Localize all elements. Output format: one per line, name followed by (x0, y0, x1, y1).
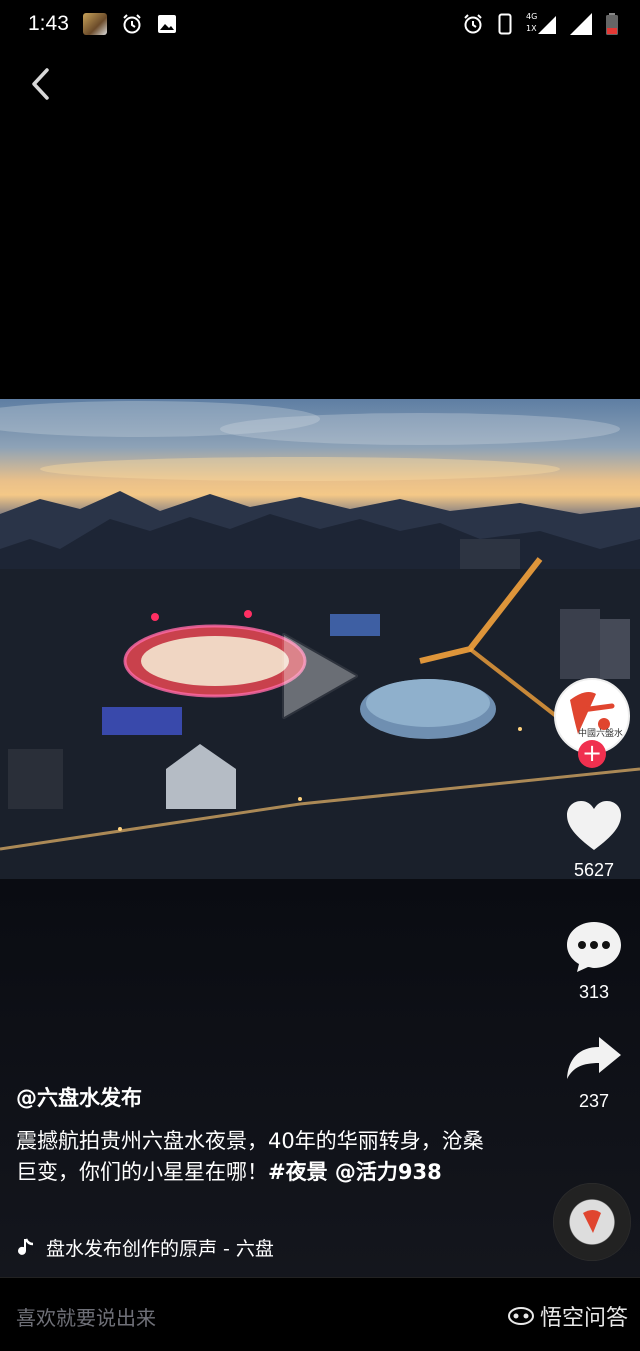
battery-icon (606, 13, 618, 35)
disc-logo (583, 1210, 601, 1233)
info-background (0, 879, 640, 1277)
share-button[interactable]: 237 (548, 1035, 640, 1112)
wukong-logo-icon (507, 1307, 534, 1325)
play-icon (282, 633, 358, 719)
status-right: 4G 1X (462, 12, 618, 36)
comment-bar: 喜欢就要说出来 悟空问答 (0, 1277, 640, 1351)
music-disc[interactable] (553, 1183, 631, 1261)
author-name[interactable]: @六盘水发布 (16, 1082, 142, 1112)
notification-app-icon (82, 13, 107, 35)
comment-input[interactable]: 喜欢就要说出来 (16, 1302, 156, 1331)
alarm-icon (464, 14, 482, 34)
play-button[interactable] (274, 627, 364, 725)
music-note-icon (18, 1237, 34, 1255)
chevron-left-icon (32, 68, 49, 100)
post-caption: 震撼航拍贵州六盘水夜景，40年的华丽转身，沧桑巨变，你们的小星星在哪！#夜景 @… (16, 1126, 486, 1188)
comment-count: 313 (578, 982, 610, 1002)
phone-vibrate-icon (498, 13, 512, 35)
image-icon (157, 15, 176, 33)
back-button[interactable] (20, 62, 60, 106)
watermark-text: 悟空问答 (539, 1306, 628, 1331)
svg-text:中國六盤水: 中國六盤水 (578, 727, 623, 739)
cellular-signal-icon: 4G 1X (526, 12, 556, 36)
heart-icon (567, 801, 621, 850)
music-title: 盘水发布创作的原声 - 六盘 (46, 1238, 274, 1260)
share-arrow-icon (567, 1037, 621, 1079)
caption-hashtags[interactable]: #夜景 @活力938 (268, 1160, 442, 1184)
watermark: 悟空问答 (507, 1300, 628, 1332)
music-row[interactable]: 盘水发布创作的原声 - 六盘 (16, 1234, 274, 1261)
like-button[interactable]: 5627 (548, 800, 640, 881)
network-4g-label: 4G (526, 12, 538, 21)
status-time: 1:43 (28, 12, 69, 35)
like-count: 5627 (573, 860, 615, 880)
comment-button[interactable]: 313 (548, 920, 640, 1003)
status-left: 1:43 (28, 12, 177, 36)
signal-icon (570, 13, 592, 35)
share-count: 237 (578, 1091, 610, 1111)
status-bar: 1:43 4G 1X (0, 0, 640, 48)
network-1x-label: 1X (526, 24, 537, 33)
comment-icon (567, 922, 621, 972)
alarm-icon (123, 14, 141, 34)
follow-button[interactable]: + (578, 740, 606, 768)
